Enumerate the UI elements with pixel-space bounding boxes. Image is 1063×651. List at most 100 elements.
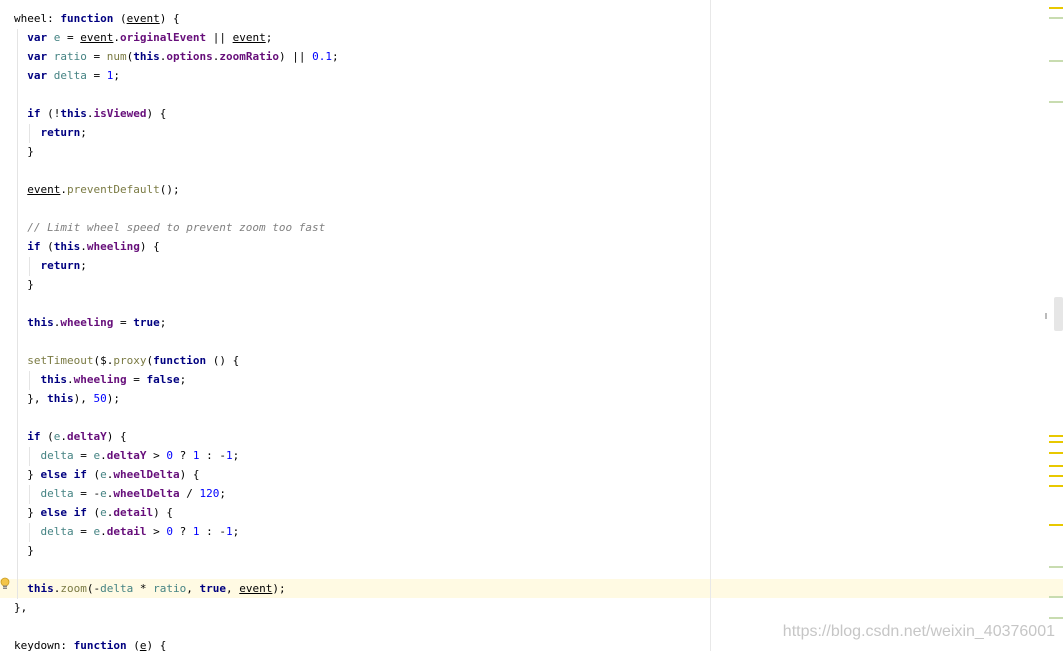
code-token: setTimeout	[27, 354, 94, 367]
code-token: (!	[40, 107, 61, 120]
code-line[interactable]: var e = event.originalEvent || event;	[0, 28, 1063, 47]
marker-green[interactable]	[1049, 17, 1063, 19]
code-token: event	[126, 12, 160, 25]
code-line[interactable]: if (this.wheeling) {	[0, 237, 1063, 256]
code-token: isViewed	[93, 107, 147, 120]
code-token: },	[14, 392, 48, 405]
code-line[interactable]	[0, 560, 1063, 579]
code-token: (	[86, 506, 101, 519]
code-line[interactable]: }	[0, 275, 1063, 294]
indent-guide	[29, 124, 30, 143]
code-line[interactable]: // Limit wheel speed to prevent zoom too…	[0, 218, 1063, 237]
code-line[interactable]	[0, 161, 1063, 180]
code-token: ) ||	[278, 50, 313, 63]
code-token: .	[100, 449, 107, 462]
code-line[interactable]: } else if (e.wheelDelta) {	[0, 465, 1063, 484]
code-token: .	[60, 430, 67, 443]
code-line[interactable]: if (e.deltaY) {	[0, 427, 1063, 446]
code-token: function	[153, 354, 207, 367]
code-token: =	[60, 31, 81, 44]
indent-guide	[29, 447, 30, 466]
code-token: ;	[232, 525, 240, 538]
code-line[interactable]	[0, 294, 1063, 313]
code-line[interactable]: var ratio = num(this.options.zoomRatio) …	[0, 47, 1063, 66]
code-token: .	[67, 373, 74, 386]
code-token: this	[60, 107, 87, 120]
code-token: this	[27, 582, 54, 595]
code-line[interactable]: delta = -e.wheelDelta / 120;	[0, 484, 1063, 503]
code-token: event	[239, 582, 273, 595]
code-token: ;	[80, 259, 87, 272]
indent-guide	[29, 371, 30, 390]
code-editor[interactable]: wheel: function (event) { var e = event.…	[0, 0, 1063, 651]
code-token: ratio	[53, 50, 87, 63]
marker-green[interactable]	[1049, 566, 1063, 568]
code-token: 1	[192, 449, 200, 462]
marker-yellow[interactable]	[1049, 435, 1063, 437]
marker-yellow[interactable]	[1049, 452, 1063, 454]
code-token: true	[199, 582, 227, 595]
code-token: () {	[206, 354, 240, 367]
code-token: (	[86, 468, 101, 481]
code-line[interactable]: },	[0, 598, 1063, 617]
code-line[interactable]: setTimeout($.proxy(function () {	[0, 351, 1063, 370]
code-token: wheelDelta	[113, 468, 180, 481]
code-line[interactable]: this.wheeling = true;	[0, 313, 1063, 332]
code-line[interactable]: }	[0, 541, 1063, 560]
code-line[interactable]: }, this), 50);	[0, 389, 1063, 408]
code-token: (	[40, 430, 54, 443]
code-token: ;	[159, 316, 167, 329]
code-token: deltaY	[106, 449, 147, 462]
code-token: ,	[226, 582, 240, 595]
code-token: ;	[179, 373, 187, 386]
scrollbar-thumb[interactable]	[1054, 297, 1063, 331]
code-token: function	[60, 12, 114, 25]
code-token: return	[40, 126, 81, 139]
code-token: ?	[173, 525, 193, 538]
bulb-icon[interactable]	[0, 577, 10, 591]
code-token: =	[73, 449, 94, 462]
code-line[interactable]	[0, 85, 1063, 104]
code-line[interactable]: var delta = 1;	[0, 66, 1063, 85]
code-line[interactable]	[0, 408, 1063, 427]
code-token: 0	[166, 449, 173, 462]
code-token: detail	[106, 525, 147, 538]
code-token: 0	[166, 525, 173, 538]
code-line[interactable]: return;	[0, 123, 1063, 142]
marker-green[interactable]	[1049, 60, 1063, 62]
code-line[interactable]: this.wheeling = false;	[0, 370, 1063, 389]
code-token: num	[106, 50, 127, 63]
code-line[interactable]: wheel: function (event) {	[0, 9, 1063, 28]
code-line[interactable]: delta = e.detail > 0 ? 1 : -1;	[0, 522, 1063, 541]
code-line[interactable]: delta = e.deltaY > 0 ? 1 : -1;	[0, 446, 1063, 465]
marker-yellow[interactable]	[1049, 475, 1063, 477]
marker-yellow[interactable]	[1049, 524, 1063, 526]
code-line[interactable]: } else if (e.detail) {	[0, 503, 1063, 522]
marker-yellow[interactable]	[1049, 7, 1063, 9]
marker-green[interactable]	[1049, 617, 1063, 619]
code-token: =	[73, 525, 94, 538]
marker-green[interactable]	[1049, 596, 1063, 598]
marker-green[interactable]	[1049, 101, 1063, 103]
code-token: ;	[265, 31, 273, 44]
code-token: : -	[199, 449, 226, 462]
indent-guide	[29, 485, 30, 504]
code-token: ) {	[159, 12, 180, 25]
marker-yellow[interactable]	[1049, 465, 1063, 467]
code-line[interactable]: event.preventDefault();	[0, 180, 1063, 199]
code-token: ;	[219, 487, 226, 500]
code-line[interactable]: return;	[0, 256, 1063, 275]
code-line[interactable]: if (!this.isViewed) {	[0, 104, 1063, 123]
code-line[interactable]	[0, 199, 1063, 218]
code-line[interactable]	[0, 332, 1063, 351]
code-line[interactable]: }	[0, 142, 1063, 161]
marker-yellow[interactable]	[1049, 441, 1063, 443]
code-line[interactable]: this.zoom(-delta * ratio, true, event);	[0, 579, 1063, 598]
marker-yellow[interactable]	[1049, 485, 1063, 487]
code-token: delta	[100, 582, 134, 595]
